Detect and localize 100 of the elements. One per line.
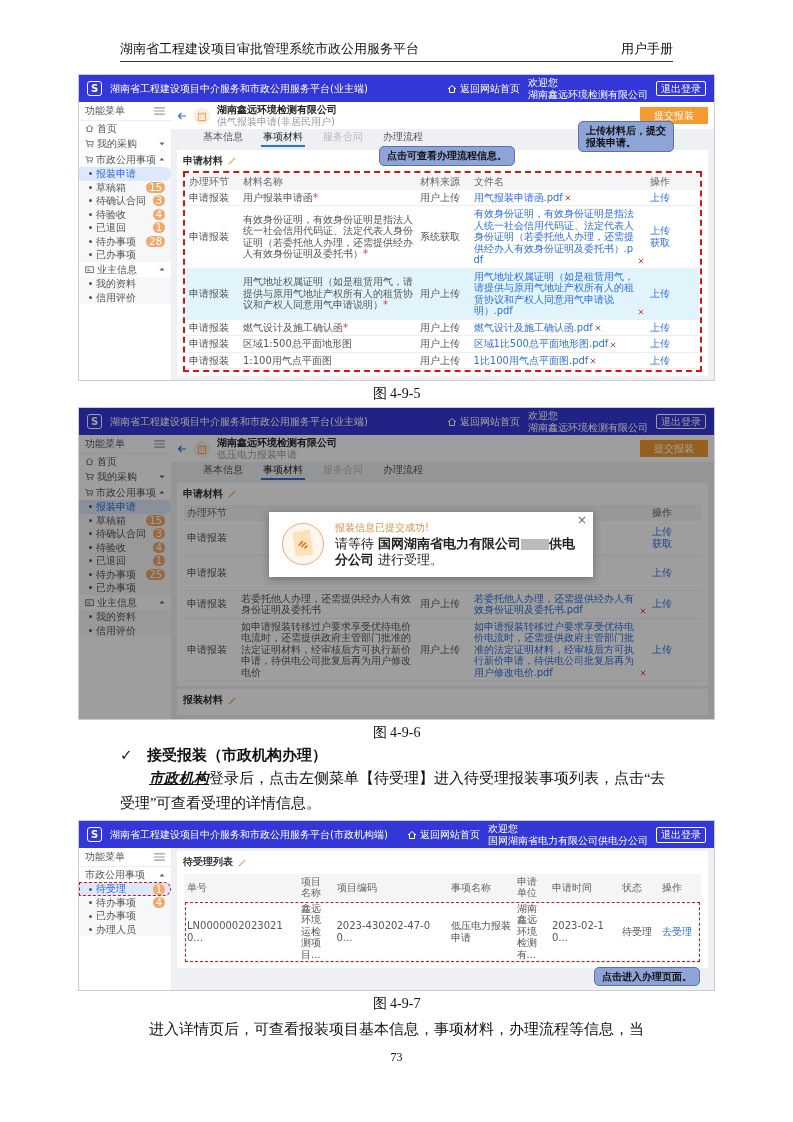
action-link[interactable]: 上传	[650, 321, 670, 333]
menu-item[interactable]: 首页	[79, 453, 171, 469]
menu-item[interactable]: 待验收 4	[79, 540, 171, 554]
menu-item[interactable]: 市政公用事项	[79, 151, 171, 167]
delete-icon[interactable]	[638, 308, 644, 315]
delete-icon[interactable]	[594, 325, 601, 331]
delete-icon[interactable]	[610, 341, 617, 348]
menu-item[interactable]: 首页	[79, 120, 171, 136]
file-link[interactable]: 如申请报装转移过户要求享受优待电价电流时，还需提供政府主管部门批准的法定证明材料，经审核后方可执行新价申请，待供电公司批复后再为用户修改电价.pdf	[473, 620, 638, 678]
menu-item[interactable]: 信用评价	[79, 623, 171, 637]
file-link[interactable]: 用气地址权属证明（如是租赁用气，请提供与原用气地址产权所有人的租赁协议和产权人同意用气申请说明）.pdf	[473, 270, 636, 317]
menu-item[interactable]: 待办事项 25	[79, 567, 171, 581]
table-cell: 用户报装申请函*	[243, 191, 318, 203]
menu-item[interactable]: 我的资料	[79, 610, 171, 624]
logout-button[interactable]: 退出登录	[656, 80, 706, 97]
action-link[interactable]: 上传	[650, 287, 670, 299]
document-title: 湖南省工程建设项目审批管理系统市政公用服务平台	[120, 40, 419, 58]
delete-icon[interactable]	[638, 257, 644, 264]
action-link[interactable]: 上传	[650, 225, 670, 237]
menu-item[interactable]: 报装申请	[79, 500, 171, 514]
file-link[interactable]: 区域1比500总平面地形图.pdf	[473, 338, 609, 350]
table-cell: 申请报装	[189, 191, 229, 203]
file-link[interactable]: 若委托他人办理，还需提供经办人有效身份证明及委托书.pdf	[473, 592, 638, 616]
action-link[interactable]: 上传	[652, 566, 672, 578]
tab[interactable]: 事项材料	[261, 129, 305, 147]
menu-item[interactable]: 信用评价	[79, 290, 171, 304]
menu-item[interactable]: 待受理 1	[79, 882, 171, 896]
column-header: 申请单位	[516, 875, 537, 899]
menu-item[interactable]: 我的资料	[79, 277, 171, 291]
section-heading: 接受报装（市政机构办理）	[146, 745, 327, 765]
count-badge: 1	[152, 883, 165, 895]
tab[interactable]: 基本信息	[201, 462, 245, 480]
logout-button[interactable]: 退出登录	[656, 827, 706, 843]
menu-item[interactable]: 已退回 1	[79, 554, 171, 568]
close-button[interactable]: ×	[576, 514, 587, 528]
count-badge: 4	[152, 897, 165, 908]
table-cell: 申请报装	[187, 643, 227, 655]
action-link[interactable]: 上传	[652, 598, 672, 610]
file-link[interactable]: 用气报装申请函.pdf	[473, 191, 563, 203]
delete-icon[interactable]	[640, 670, 646, 676]
callout: 上传材料后，提交报装申请。	[578, 121, 674, 152]
action-link[interactable]: 上传	[650, 338, 670, 349]
menu-item[interactable]: 已办事项	[79, 909, 171, 923]
menu-item[interactable]: 我的采购	[79, 469, 171, 485]
table-cell: 用气地址权属证明（如是租赁用气，请提供与原用气地址产权所有人的租赁协议和产权人同意用气申请说明）*	[243, 276, 413, 311]
tab[interactable]: 基本信息	[201, 129, 245, 147]
tab[interactable]: 事项材料	[261, 462, 305, 480]
menu-item[interactable]: 我的采购	[79, 136, 171, 152]
action-link[interactable]: 获取	[652, 537, 672, 549]
menu-item[interactable]: 已办事项	[79, 248, 171, 262]
action-link[interactable]: 获取	[650, 236, 670, 248]
file-link[interactable]: 燃气设计及施工确认函.pdf	[473, 321, 593, 333]
menu-title: 功能菜单	[85, 438, 125, 450]
menu-icon[interactable]	[154, 439, 165, 448]
menu-item[interactable]: 待办事项 28	[79, 234, 171, 248]
menu-item[interactable]: 待办事项 4	[79, 895, 171, 910]
menu-item[interactable]: 已办事项	[79, 581, 171, 595]
menu-item[interactable]: 业主信息	[79, 594, 171, 610]
id-card-icon	[85, 264, 94, 274]
menu-item[interactable]: 草稿箱 15	[79, 513, 171, 527]
menu-item[interactable]: 业主信息	[79, 261, 171, 277]
menu-item[interactable]: 办理人员	[79, 922, 171, 937]
menu-item[interactable]: 草稿箱 15	[79, 180, 171, 194]
action-link[interactable]: 上传	[650, 354, 670, 366]
success-notice: 报装信息已提交成功!	[335, 522, 430, 534]
count-badge: 4	[152, 541, 165, 553]
action-link[interactable]: 上传	[650, 191, 670, 203]
table-cell: 申请报装	[189, 338, 229, 349]
home-link[interactable]: 返回网站首页	[447, 82, 520, 95]
table-cell: 用户上传	[419, 598, 460, 610]
menu-item[interactable]: 报装申请	[79, 167, 171, 181]
file-link[interactable]: 1比100用气点平面图.pdf	[473, 354, 589, 366]
home-link[interactable]: 返回网站首页	[407, 829, 480, 841]
logout-button[interactable]: 退出登录	[656, 413, 706, 430]
action-link[interactable]: 去受理	[662, 925, 692, 937]
column-header: 单号	[187, 881, 207, 893]
menu-item[interactable]: 待确认合同 3	[79, 194, 171, 208]
building-icon	[193, 439, 211, 458]
menu-icon[interactable]	[154, 853, 165, 861]
logo: S	[87, 827, 102, 843]
menu-item[interactable]: 市政公用事项	[79, 484, 171, 500]
delete-icon[interactable]	[590, 358, 597, 364]
home-link[interactable]: 返回网站首页	[447, 415, 520, 428]
tab[interactable]: 办理流程	[381, 129, 425, 147]
platform-title: 湖南省工程建设项目中介服务和市政公用服务平台(业主端)	[110, 82, 369, 95]
menu-item[interactable]: 市政公用事项	[79, 866, 171, 883]
file-link[interactable]: 有效身份证明，有效身份证明是指法人统一社会信用代码证、法定代表人身份证明（若委托他人办理，还需提供经办人有效身份证明及委托书）.pdf	[473, 208, 636, 266]
back-arrow-icon[interactable]	[177, 110, 187, 121]
menu-icon[interactable]	[154, 106, 165, 115]
tab[interactable]: 办理流程	[381, 462, 425, 480]
menu-item[interactable]: 已退回 1	[79, 221, 171, 235]
back-arrow-icon[interactable]	[177, 443, 187, 454]
home-icon	[447, 83, 457, 94]
action-link[interactable]: 上传	[652, 643, 672, 655]
user-name: 湖南鑫远环境检测有限公司	[528, 88, 648, 100]
menu-item[interactable]: 待验收 4	[79, 207, 171, 221]
menu-item[interactable]: 待确认合同 3	[79, 527, 171, 541]
delete-icon[interactable]	[640, 607, 646, 614]
action-link[interactable]: 上传	[652, 526, 672, 537]
delete-icon[interactable]	[564, 195, 571, 201]
